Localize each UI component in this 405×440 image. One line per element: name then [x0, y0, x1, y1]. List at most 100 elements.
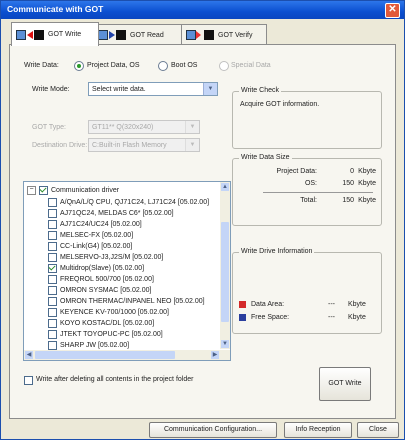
chevron-down-icon[interactable]: ▼: [203, 83, 217, 95]
data-area-unit: Kbyte: [348, 301, 366, 308]
tree-item-checkbox[interactable]: [48, 275, 57, 284]
radio-special-data-label: Special Data: [231, 62, 271, 69]
write-data-label: Write Data:: [24, 62, 59, 69]
tree-item-checkbox[interactable]: [48, 231, 57, 240]
radio-boot-os[interactable]: [158, 61, 168, 71]
tree-item-checkbox[interactable]: [48, 330, 57, 339]
window-close-button[interactable]: ✕: [385, 3, 400, 18]
tree-item-label: KOYO KOSTAC/DL [05.02.00]: [60, 320, 155, 327]
free-space-unit: Kbyte: [348, 314, 366, 321]
close-button[interactable]: Close: [357, 422, 399, 438]
total-size-unit: Kbyte: [358, 197, 376, 204]
tree-root[interactable]: − Communication driver: [27, 185, 119, 196]
tree-horizontal-scrollbar[interactable]: ◀ ▶: [24, 350, 230, 360]
write-drive-info-title: Write Drive Information: [239, 248, 315, 255]
tree-item-checkbox[interactable]: [48, 209, 57, 218]
tree-item-checkbox[interactable]: [48, 308, 57, 317]
tab-got-verify[interactable]: GOT Verify: [181, 24, 267, 45]
got-type-value: GT11** Q(320x240): [92, 124, 154, 131]
write-check-title: Write Check: [239, 87, 281, 94]
tree-item-checkbox[interactable]: [48, 297, 57, 306]
tab-got-write[interactable]: GOT Write: [11, 22, 99, 46]
tree-item-label: FREQROL 500/700 [05.02.00]: [60, 276, 154, 283]
tree-item-checkbox[interactable]: [48, 198, 57, 207]
tree-item-checkbox[interactable]: [48, 341, 57, 350]
project-data-size-value: 0: [350, 168, 354, 175]
free-space-label: Free Space:: [251, 314, 290, 321]
tree-item-label: JTEKT TOYOPUC-PC [05.02.00]: [60, 331, 163, 338]
tree-item-checkbox[interactable]: [48, 253, 57, 262]
tab-got-read-label: GOT Read: [130, 31, 164, 39]
delete-before-write-checkbox[interactable]: [24, 376, 33, 385]
tree-item[interactable]: AJ71C24/UC24 [05.02.00]: [48, 219, 142, 230]
got-write-button[interactable]: GOT Write: [319, 367, 371, 401]
tree-item[interactable]: JTEKT TOYOPUC-PC [05.02.00]: [48, 329, 163, 340]
destination-drive-select: C:Built-in Flash Memory ▼: [88, 138, 200, 152]
tab-got-verify-label: GOT Verify: [218, 31, 253, 39]
tab-got-read[interactable]: GOT Read: [93, 24, 187, 45]
size-divider: [263, 192, 373, 193]
tree-item[interactable]: AJ71QC24, MELDAS C6* [05.02.00]: [48, 208, 174, 219]
free-space-swatch: [239, 314, 246, 321]
tree-item[interactable]: FREQROL 500/700 [05.02.00]: [48, 274, 154, 285]
tree-item[interactable]: MELSERVO-J3,J2S/M [05.02.00]: [48, 252, 163, 263]
os-size-label: OS:: [304, 180, 317, 187]
tree-root-checkbox[interactable]: [39, 186, 48, 195]
write-drive-info-group: Write Drive Information Data Area: --- K…: [232, 248, 382, 334]
destination-drive-label: Destination Drive:: [32, 142, 88, 149]
tree-item-checkbox[interactable]: [48, 242, 57, 251]
tree-item[interactable]: CC-Link(G4) [05.02.00]: [48, 241, 132, 252]
tree-item[interactable]: Multidrop(Slave) [05.02.00]: [48, 263, 144, 274]
chevron-down-icon: ▼: [185, 121, 199, 133]
total-size-value: 150: [342, 197, 354, 204]
scroll-right-icon[interactable]: ▶: [211, 351, 219, 359]
tree-item[interactable]: KOYO KOSTAC/DL [05.02.00]: [48, 318, 154, 329]
tree-item[interactable]: A/QnA/L/Q CPU, QJ71C24, LJ71C24 [05.02.0…: [48, 197, 209, 208]
destination-drive-value: C:Built-in Flash Memory: [92, 142, 167, 149]
tree-item-label: OMRON THERMAC/INPANEL NEO [05.02.00]: [60, 298, 205, 305]
delete-before-write-label: Write after deleting all contents in the…: [36, 376, 194, 383]
tree-item[interactable]: KEYENCE KV-700/1000 [05.02.00]: [48, 307, 169, 318]
data-area-swatch: [239, 301, 246, 308]
tree-item[interactable]: MELSEC-FX [05.02.00]: [48, 230, 133, 241]
write-mode-label: Write Mode:: [32, 86, 70, 93]
tree-hscroll-thumb[interactable]: [35, 351, 175, 359]
got-type-select: GT11** Q(320x240) ▼: [88, 120, 200, 134]
tree-item-label: KEYENCE KV-700/1000 [05.02.00]: [60, 309, 169, 316]
tree-item-checkbox[interactable]: [48, 264, 57, 273]
project-data-size-label: Project Data:: [276, 168, 317, 175]
communication-driver-tree[interactable]: − Communication driver A/QnA/L/Q CPU, QJ…: [23, 181, 231, 361]
scroll-up-icon[interactable]: ▲: [221, 183, 229, 191]
tree-item-checkbox[interactable]: [48, 286, 57, 295]
tree-item[interactable]: OMRON THERMAC/INPANEL NEO [05.02.00]: [48, 296, 205, 307]
radio-project-data-os[interactable]: [74, 61, 84, 71]
scroll-left-icon[interactable]: ◀: [25, 351, 33, 359]
info-reception-button[interactable]: Info Reception: [284, 422, 352, 438]
title-bar[interactable]: Communicate with GOT ✕: [1, 1, 404, 19]
write-check-message: Acquire GOT information.: [240, 101, 320, 108]
tree-item-checkbox[interactable]: [48, 319, 57, 328]
communicate-with-got-window: Communicate with GOT ✕ GOT Write GOT Rea…: [0, 0, 405, 440]
os-size-unit: Kbyte: [358, 180, 376, 187]
tree-item-label: A/QnA/L/Q CPU, QJ71C24, LJ71C24 [05.02.0…: [60, 199, 210, 206]
got-write-icon: [16, 29, 44, 40]
collapse-icon[interactable]: −: [27, 186, 36, 195]
tree-root-label: Communication driver: [51, 187, 120, 194]
data-area-value: ---: [328, 301, 335, 308]
write-data-size-group: Write Data Size Project Data: 0 Kbyte OS…: [232, 154, 382, 226]
chevron-down-icon: ▼: [185, 139, 199, 151]
write-mode-select[interactable]: Select write data. ▼: [88, 82, 218, 96]
write-data-size-title: Write Data Size: [239, 154, 292, 161]
scroll-down-icon[interactable]: ▼: [221, 340, 229, 348]
tree-item-label: AJ71QC24, MELDAS C6* [05.02.00]: [60, 210, 174, 217]
data-area-label: Data Area:: [251, 301, 285, 308]
total-size-label: Total:: [300, 197, 317, 204]
project-data-size-unit: Kbyte: [358, 168, 376, 175]
tree-item-checkbox[interactable]: [48, 220, 57, 229]
write-check-group: Write Check Acquire GOT information.: [232, 87, 382, 149]
tree-item[interactable]: OMRON SYSMAC [05.02.00]: [48, 285, 151, 296]
tree-scroll-thumb[interactable]: [221, 222, 229, 322]
communication-configuration-button[interactable]: Communication Configuration...: [149, 422, 277, 438]
radio-project-data-os-label: Project Data, OS: [87, 62, 140, 69]
tree-vertical-scrollbar[interactable]: ▲ ▼: [220, 182, 230, 349]
